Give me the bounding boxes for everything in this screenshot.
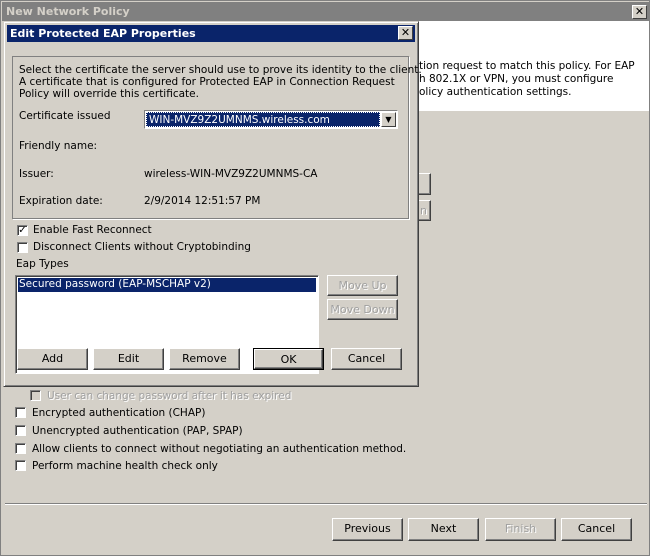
finish-button: Finish bbox=[485, 518, 556, 541]
certificate-label: Certificate issued bbox=[19, 110, 111, 122]
intro-line: Policy will override this certificate. bbox=[19, 88, 199, 100]
pap-label: Unencrypted authentication (PAP, SPAP) bbox=[32, 425, 243, 437]
cryptobinding-label: Disconnect Clients without Cryptobinding bbox=[33, 241, 251, 253]
wizard-cancel-button[interactable]: Cancel bbox=[561, 518, 632, 541]
dialog-close-button[interactable]: ✕ bbox=[398, 26, 413, 40]
intro-line: A certificate that is configured for Pro… bbox=[19, 76, 395, 88]
chap-checkbox[interactable] bbox=[15, 407, 26, 418]
previous-button[interactable]: Previous bbox=[332, 518, 403, 541]
change-password-checkbox bbox=[30, 390, 41, 401]
window-title-bar: New Network Policy bbox=[2, 2, 649, 21]
friendly-name-label: Friendly name: bbox=[19, 140, 98, 152]
dialog-title: Edit Protected EAP Properties bbox=[10, 27, 196, 40]
description-panel: tion request to match this policy. For E… bbox=[419, 21, 649, 111]
no-auth-checkbox[interactable] bbox=[15, 443, 26, 454]
health-check-checkbox[interactable] bbox=[15, 460, 26, 471]
no-auth-label: Allow clients to connect without negotia… bbox=[32, 443, 407, 455]
intro-line: Select the certificate the server should… bbox=[19, 64, 422, 76]
certificate-select[interactable]: WIN-MVZ9Z2UMNMS.wireless.com ▼ bbox=[144, 110, 398, 129]
list-item[interactable]: Secured password (EAP-MSCHAP v2) bbox=[18, 278, 316, 292]
dialog-cancel-button[interactable]: Cancel bbox=[331, 348, 402, 370]
edit-peap-dialog: Edit Protected EAP Properties ✕ Select t… bbox=[3, 21, 422, 387]
cryptobinding-checkbox[interactable] bbox=[17, 242, 28, 253]
edit-button[interactable]: Edit bbox=[93, 348, 164, 370]
add-button[interactable]: Add bbox=[17, 348, 88, 370]
next-button[interactable]: Next bbox=[408, 518, 479, 541]
ok-button[interactable]: OK bbox=[253, 348, 324, 370]
move-up-button: Move Up bbox=[327, 275, 398, 296]
health-check-label: Perform machine health check only bbox=[32, 460, 218, 472]
dialog-title-bar: Edit Protected EAP Properties bbox=[7, 25, 415, 42]
change-password-label: User can change password after it has ex… bbox=[47, 390, 292, 402]
move-down-button: Move Down bbox=[327, 299, 398, 320]
remove-button[interactable]: Remove bbox=[169, 348, 240, 370]
description-line: tion request to match this policy. For E… bbox=[419, 60, 635, 72]
chap-label: Encrypted authentication (CHAP) bbox=[32, 407, 206, 419]
window-close-button[interactable]: ✕ bbox=[632, 5, 647, 19]
certificate-value: WIN-MVZ9Z2UMNMS.wireless.com bbox=[146, 112, 380, 127]
issuer-value: wireless-WIN-MVZ9Z2UMNMS-CA bbox=[144, 168, 318, 180]
certificate-group: Select the certificate the server should… bbox=[12, 56, 422, 219]
description-line: olicy authentication settings. bbox=[419, 86, 572, 98]
window-title: New Network Policy bbox=[6, 5, 130, 18]
expiration-label: Expiration date: bbox=[19, 195, 103, 207]
pap-checkbox[interactable] bbox=[15, 425, 26, 436]
issuer-label: Issuer: bbox=[19, 168, 54, 180]
chevron-down-icon[interactable]: ▼ bbox=[381, 112, 396, 127]
separator bbox=[5, 503, 647, 505]
fast-reconnect-label: Enable Fast Reconnect bbox=[33, 224, 152, 236]
eap-types-label: Eap Types bbox=[16, 258, 69, 270]
description-line: h 802.1X or VPN, you must configure bbox=[419, 73, 614, 85]
expiration-value: 2/9/2014 12:51:57 PM bbox=[144, 195, 261, 207]
fast-reconnect-checkbox[interactable]: ✓ bbox=[17, 225, 28, 236]
